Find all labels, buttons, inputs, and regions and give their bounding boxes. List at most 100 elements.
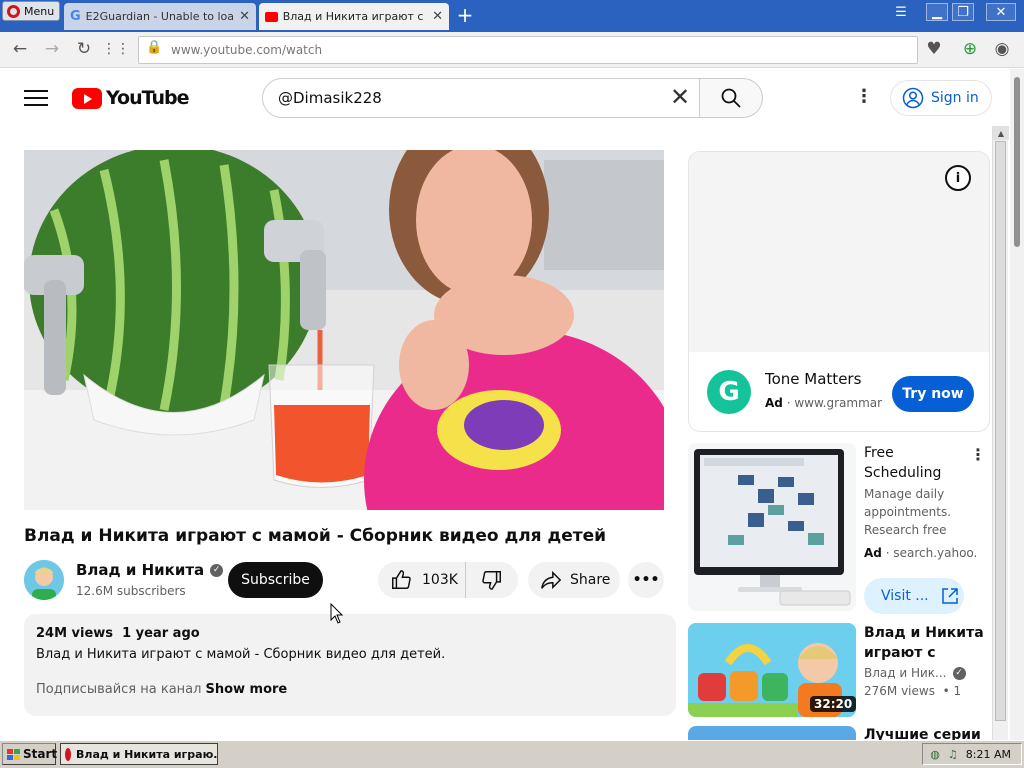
ad-domain: www.grammarly.com [794, 396, 883, 410]
start-label: Start [23, 747, 58, 761]
browser-menu-button[interactable]: Menu [2, 1, 60, 21]
clear-search-icon[interactable]: ✕ [670, 85, 690, 109]
google-favicon-icon: G [70, 9, 81, 24]
hamburger-menu-icon[interactable] [24, 88, 48, 108]
network-icon[interactable]: ◍ [930, 748, 940, 761]
sign-in-button[interactable]: Sign in [890, 80, 992, 116]
close-tab-icon[interactable]: ✕ [239, 9, 250, 24]
subscribe-button[interactable]: Subscribe [228, 562, 323, 598]
more-actions-button[interactable]: ••• [628, 562, 664, 598]
avatar-image [24, 560, 64, 600]
share-icon [541, 570, 562, 590]
try-now-label: Try now [902, 386, 964, 402]
account-icon [902, 87, 924, 109]
channel-avatar[interactable] [24, 560, 64, 600]
view-count-date: 24M views 1 year ago [36, 626, 200, 641]
browser-menu-label: Menu [24, 4, 55, 18]
lock-icon: 🔒 [146, 40, 163, 55]
minimize-button[interactable]: ▁ [926, 3, 948, 21]
verified-badge-icon: ✓ [952, 666, 966, 680]
taskbar-item-label: Влад и Никита играю... [76, 747, 218, 761]
visit-button[interactable]: Visit ... [864, 578, 964, 614]
ad-advertiser-name: Tone Matters [765, 370, 862, 388]
search-value: @Dimasik228 [278, 89, 382, 107]
channel-name[interactable]: Влад и Никита ✓ [76, 561, 224, 579]
close-window-button[interactable]: ✕ [986, 3, 1016, 21]
windows-logo-icon [7, 748, 20, 760]
heart-icon[interactable]: ♥ [922, 37, 946, 61]
search-icon [721, 88, 741, 108]
video-duration: 32:20 [810, 696, 857, 712]
forward-icon[interactable]: → [40, 37, 64, 61]
back-icon[interactable]: ← [8, 37, 32, 61]
description-text: Влад и Никита играют с мамой - Сборник в… [36, 647, 446, 662]
search-input[interactable]: @Dimasik228 [262, 78, 700, 118]
volume-icon[interactable]: ♫ [948, 748, 958, 761]
browser-tab-e2guardian[interactable]: G E2Guardian - Unable to load ✕ [64, 3, 256, 30]
page-scrollbar[interactable]: ▲ [992, 126, 1009, 740]
scroll-up-icon[interactable]: ▲ [993, 126, 1009, 140]
youtube-favicon-icon [265, 11, 278, 22]
url-text: www.youtube.com/watch [171, 43, 323, 57]
promo-title[interactable]: Free Scheduling [864, 443, 964, 483]
share-button[interactable]: Share [528, 562, 620, 598]
recommended-channel[interactable]: Влад и Ник... ✓ [864, 666, 966, 680]
browser-scrollbar-thumb[interactable] [1014, 77, 1020, 247]
try-now-button[interactable]: Try now [892, 376, 974, 412]
visit-label: Visit ... [881, 588, 929, 604]
video-player[interactable] [24, 150, 664, 510]
promo-image [688, 443, 856, 611]
address-bar[interactable]: www.youtube.com/watch [138, 36, 918, 64]
youtube-wordmark: YouTube [106, 87, 189, 109]
taskbar-browser-item[interactable]: Влад и Никита играю... [60, 743, 218, 765]
video-frame [24, 150, 664, 510]
promo-kebab-icon[interactable]: ⋮ [970, 445, 986, 464]
start-button[interactable]: Start [2, 743, 58, 765]
ad-badge: Ad [765, 396, 783, 410]
promo-ad-badge: Ad [864, 546, 882, 560]
browser-scrollbar[interactable] [1010, 69, 1024, 740]
vpn-icon[interactable]: ◉ [990, 37, 1014, 61]
promo-thumbnail[interactable] [688, 443, 856, 611]
external-link-icon [941, 588, 958, 604]
recommended-thumbnail-2[interactable] [688, 726, 856, 740]
subscribe-label: Subscribe [241, 572, 310, 588]
tab-title: E2Guardian - Unable to load [85, 10, 235, 23]
dislike-button[interactable] [466, 562, 518, 598]
description-line: Подписывайся на канал Show more [36, 682, 664, 697]
youtube-logo[interactable]: YouTube [72, 86, 189, 110]
like-button[interactable]: 103K [378, 562, 466, 598]
mouse-cursor-icon [330, 603, 344, 624]
sign-in-label: Sign in [931, 90, 979, 106]
scrollbar-thumb[interactable] [995, 141, 1006, 721]
close-tab-icon[interactable]: ✕ [432, 9, 443, 24]
recommended-title-2[interactable]: Лучшие серии [864, 726, 981, 740]
tab-menu-icon[interactable]: ☰ [890, 3, 912, 21]
subscriber-count: 12.6M subscribers [76, 584, 186, 598]
description-box[interactable]: 24M views 1 year ago Влад и Никита играю… [24, 614, 676, 716]
browser-tab-youtube[interactable]: Влад и Никита играют с ма ✕ [259, 3, 449, 30]
recommended-title[interactable]: Влад и Никита играют с [864, 623, 984, 663]
info-icon[interactable]: i [945, 165, 971, 191]
more-horizontal-icon: ••• [632, 572, 660, 588]
system-tray: ◍ ♫ 8:21 AM [922, 743, 1022, 765]
thumbs-up-icon [392, 570, 411, 589]
show-more-link[interactable]: Show more [205, 682, 287, 697]
speed-dial-icon[interactable]: ⋮⋮ [102, 37, 130, 61]
promo-domain: search.yahoo.com [893, 546, 978, 560]
like-count: 103K [422, 572, 458, 588]
grammarly-logo-icon: G [707, 370, 751, 414]
promo-description: Manage daily appointments. Research free [864, 487, 952, 537]
opera-icon [7, 4, 20, 18]
sidebar-ad-card[interactable]: i G Tone Matters Ad · www.grammarly.com … [688, 151, 990, 432]
download-icon[interactable]: ⊕ [958, 37, 982, 61]
reload-icon[interactable]: ↻ [72, 37, 96, 61]
search-button[interactable] [700, 78, 763, 118]
ad-meta: Ad · www.grammarly.com [765, 396, 883, 410]
thumbs-down-icon [482, 571, 501, 590]
maximize-button[interactable]: ❐ [952, 3, 974, 21]
new-tab-button[interactable]: + [454, 3, 476, 27]
settings-kebab-icon[interactable]: ⋮ [855, 88, 873, 108]
share-label: Share [570, 572, 611, 588]
recommended-meta: 276M views • 1 [864, 684, 962, 698]
